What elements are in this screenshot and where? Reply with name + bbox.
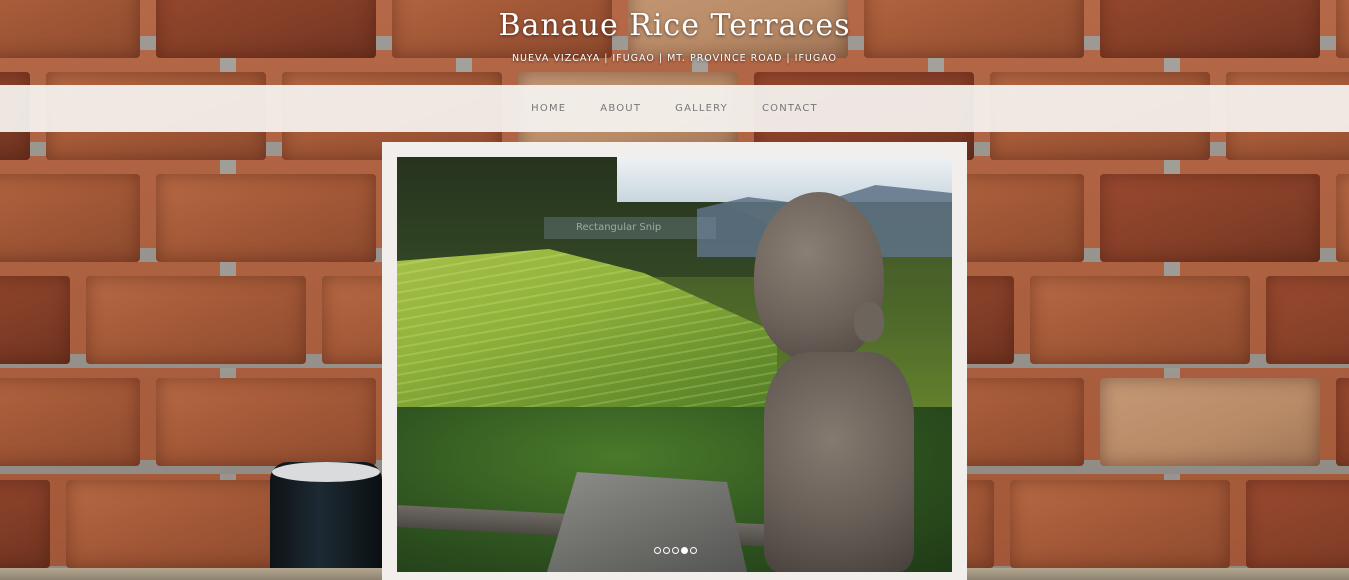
slider-dot-5[interactable] xyxy=(690,547,697,554)
nav-item-gallery[interactable]: GALLERY xyxy=(658,103,745,114)
slide-bulul-statue xyxy=(749,187,919,572)
statue-body xyxy=(764,352,914,572)
slide-rock xyxy=(547,472,747,572)
snip-overlay-label: Rectangular Snip xyxy=(544,217,716,239)
site-subtitle: NUEVA VIZCAYA | IFUGAO | MT. PROVINCE RO… xyxy=(511,53,838,64)
slider-dot-1[interactable] xyxy=(654,547,661,554)
slider-dot-2[interactable] xyxy=(663,547,670,554)
main-navigation: HOME ABOUT GALLERY CONTACT xyxy=(0,85,1349,132)
site-title[interactable]: Banaue Rice Terraces xyxy=(0,8,1349,43)
nav-item-home[interactable]: HOME xyxy=(514,103,583,114)
nav-item-about[interactable]: ABOUT xyxy=(583,103,658,114)
nav-item-contact[interactable]: CONTACT xyxy=(745,103,835,114)
content-frame: Rectangular Snip xyxy=(382,142,967,580)
image-slider[interactable]: Rectangular Snip xyxy=(397,157,952,572)
statue-nose xyxy=(854,302,884,342)
mug-rim-decoration xyxy=(272,462,380,482)
slider-dot-3[interactable] xyxy=(672,547,679,554)
slider-pagination xyxy=(654,547,697,554)
slider-dot-4[interactable] xyxy=(681,547,688,554)
site-header: Banaue Rice Terraces NUEVA VIZCAYA | IFU… xyxy=(0,0,1349,85)
